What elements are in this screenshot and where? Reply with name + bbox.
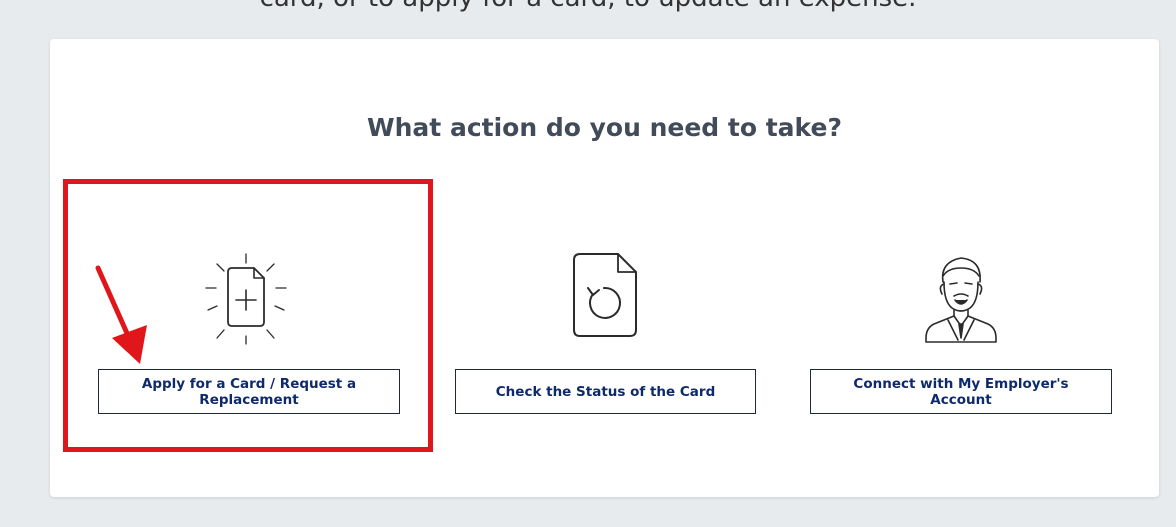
annotation-arrow-icon	[90, 262, 154, 372]
check-status-button[interactable]: Check the Status of the Card	[455, 369, 756, 414]
document-refresh-icon	[566, 250, 642, 344]
connect-employer-button[interactable]: Connect with My Employer's Account	[810, 369, 1112, 414]
page-intro-text: card, or to apply for a card, to update …	[0, 0, 1176, 13]
page-title: What action do you need to take?	[367, 113, 842, 142]
employer-avatar-icon	[918, 252, 1004, 346]
